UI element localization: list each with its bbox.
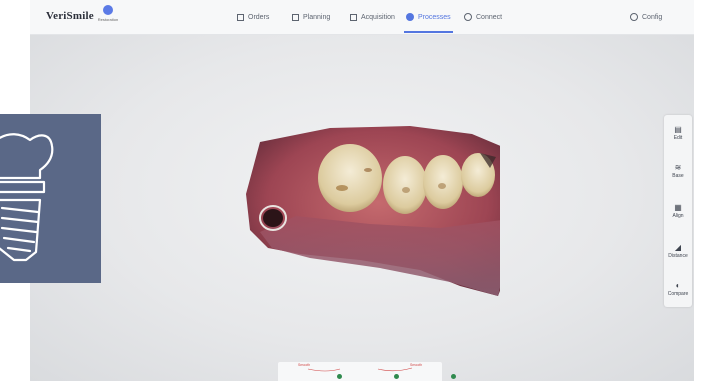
app-window: VeriSmile Restoration Orders Planning Ac…: [30, 0, 694, 381]
compare-tool[interactable]: ◐ Compare: [664, 281, 692, 297]
acquisition-icon: [350, 13, 357, 21]
nav-orders-label: Orders: [248, 13, 270, 21]
distance-label: Distance: [668, 253, 688, 259]
nav-acquisition-wrap: Acquisition: [346, 0, 399, 34]
slider-track: [307, 367, 413, 372]
processes-icon: [406, 13, 414, 21]
restoration-icon: [103, 5, 113, 15]
nav-processes-wrap: Processes: [402, 0, 455, 34]
implant-icon: [0, 133, 54, 262]
lower-gum: [260, 216, 500, 296]
nav-orders[interactable]: Orders: [233, 0, 273, 34]
nav-planning-wrap: Planning: [288, 0, 334, 34]
main-nav: Orders: [233, 0, 273, 34]
nav-connect-wrap: Connect: [460, 0, 506, 34]
edit-icon: ▤: [674, 125, 682, 134]
connect-icon: [464, 13, 472, 21]
planning-icon: [292, 13, 299, 21]
edit-label: Edit: [673, 135, 683, 141]
base-label: Base: [672, 173, 684, 179]
app-logo: VeriSmile: [46, 10, 94, 22]
orders-icon: [237, 13, 244, 21]
3d-viewport[interactable]: ▤ Edit ≋ Base ▦ Align ◢ Distance ◐ Compa…: [30, 35, 694, 381]
base-icon: ≋: [674, 163, 682, 172]
compare-label: Compare: [667, 291, 689, 297]
align-label: Align: [672, 213, 684, 219]
gear-icon: [630, 13, 638, 21]
nav-acquisition-label: Acquisition: [361, 13, 395, 21]
edit-tool[interactable]: ▤ Edit: [664, 125, 692, 141]
distance-tool[interactable]: ◢ Distance: [664, 243, 692, 259]
restoration-module-badge[interactable]: Restoration: [88, 5, 128, 31]
implant-hole: [263, 209, 283, 227]
slider-handle-left[interactable]: [337, 374, 342, 379]
dental-scan-model[interactable]: [210, 120, 500, 310]
top-navigation-bar: VeriSmile Restoration Orders Planning Ac…: [30, 0, 694, 35]
implant-overlay-card: [0, 114, 101, 283]
compare-icon: ◐: [675, 281, 681, 290]
nav-processes-label: Processes: [418, 13, 451, 21]
nav-planning-label: Planning: [303, 13, 331, 21]
nav-acquisition[interactable]: Acquisition: [346, 0, 399, 34]
slider-handle-right[interactable]: [451, 374, 456, 379]
nav-processes[interactable]: Processes: [402, 0, 455, 34]
restoration-label: Restoration: [97, 17, 119, 22]
nav-planning[interactable]: Planning: [288, 0, 334, 34]
config-label: Config: [642, 13, 663, 21]
align-tool[interactable]: ▦ Align: [664, 203, 692, 219]
nav-connect[interactable]: Connect: [460, 0, 506, 34]
nav-connect-label: Connect: [476, 13, 503, 21]
slider-handle-mid[interactable]: [394, 374, 399, 379]
right-toolbar: ▤ Edit ≋ Base ▦ Align ◢ Distance ◐ Compa…: [664, 115, 692, 307]
distance-icon: ◢: [674, 243, 682, 252]
align-icon: ▦: [674, 203, 682, 212]
bottom-slider-panel: Smooth Smooth: [278, 362, 456, 381]
config-button[interactable]: Config: [630, 0, 662, 34]
base-tool[interactable]: ≋ Base: [664, 163, 692, 179]
